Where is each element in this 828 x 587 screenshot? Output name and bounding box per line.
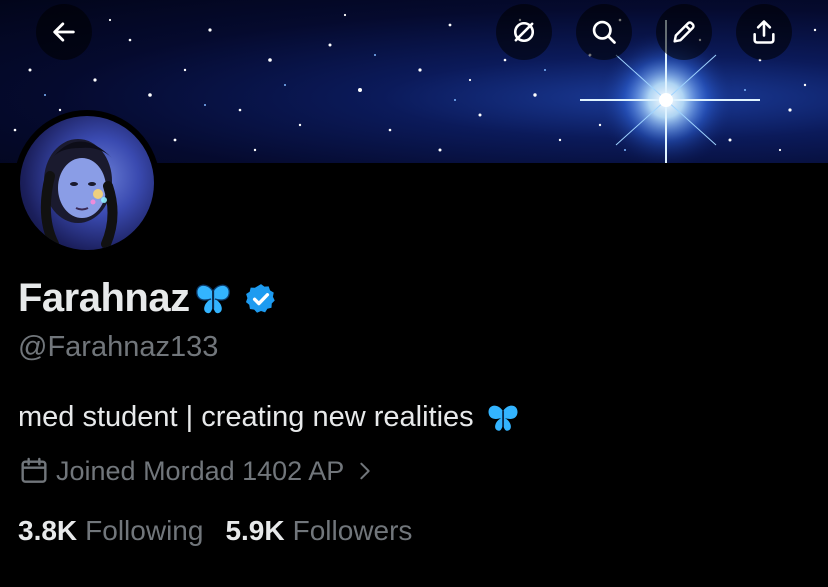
avatar-image <box>20 116 154 250</box>
arrow-left-icon <box>53 22 75 42</box>
butterfly-emoji-icon <box>488 405 518 431</box>
name-row: Farahnaz <box>18 276 278 321</box>
follow-stats: 3.8K Following 5.9K Followers <box>18 515 434 547</box>
edit-button[interactable] <box>656 4 712 60</box>
joined-date-link[interactable]: Joined Mordad 1402 AP <box>18 455 376 487</box>
followers-label: Followers <box>292 515 413 546</box>
chevron-right-icon <box>360 462 370 480</box>
followers-count: 5.9K <box>225 515 285 546</box>
following-count: 3.8K <box>18 515 78 546</box>
calendar-icon <box>21 457 47 483</box>
joined-text: Joined Mordad 1402 AP <box>56 455 345 486</box>
profile-handle: @Farahnaz133 <box>18 331 219 363</box>
share-icon <box>753 20 775 44</box>
butterfly-emoji-icon <box>195 284 230 313</box>
profile-avatar[interactable] <box>14 110 160 256</box>
grok-icon <box>513 21 535 43</box>
back-button[interactable] <box>36 4 92 60</box>
grok-button[interactable] <box>496 4 552 60</box>
followers-link[interactable]: 5.9K Followers <box>225 515 412 547</box>
display-name: Farahnaz <box>18 276 190 320</box>
search-button[interactable] <box>576 4 632 60</box>
search-icon <box>592 20 616 44</box>
share-button[interactable] <box>736 4 792 60</box>
profile-bio: med student | creating new realities <box>18 401 520 434</box>
bio-text: med student | creating new realities <box>18 401 474 433</box>
following-label: Following <box>85 515 204 546</box>
following-link[interactable]: 3.8K Following <box>18 515 203 547</box>
verified-badge-icon[interactable] <box>244 282 278 316</box>
pencil-icon <box>673 21 695 43</box>
